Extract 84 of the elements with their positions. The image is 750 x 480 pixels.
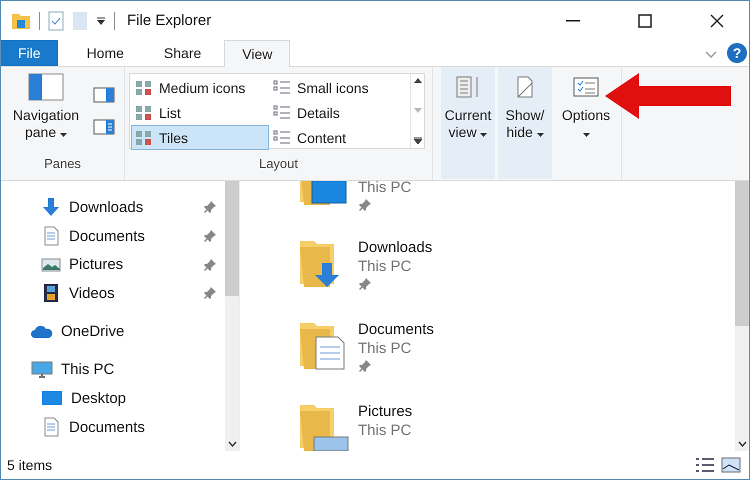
folder-tile[interactable]: Downloads This PC [298,237,735,319]
file-tab[interactable]: File [1,40,58,66]
large-icons-view-icon[interactable] [721,457,741,473]
nav-label: OneDrive [61,323,126,340]
details-pane-icon[interactable] [93,119,115,135]
layout-icon [135,130,153,146]
caret-icon [480,133,488,137]
nav-label: Downloads [69,198,144,216]
folder-icon [11,12,31,30]
nav-item[interactable]: OneDrive [1,317,225,346]
nav-item[interactable]: Downloads [1,193,225,222]
help-icon[interactable]: ? [727,43,747,63]
maximize-icon [638,14,652,28]
navigation-pane-button[interactable]: Navigation pane [5,67,87,156]
pin-icon [358,359,372,373]
caret-icon [60,133,68,137]
navigation-pane-icon [28,73,64,101]
scrollbar-thumb[interactable] [225,181,239,296]
layout-icon [135,80,153,96]
pin-icon [358,277,372,291]
layout-option[interactable]: Medium icons [131,75,269,100]
customize-toolbar-icon[interactable] [96,16,106,26]
nav-label: This PC [61,361,116,378]
tile-name: Documents [358,321,434,338]
pin-icon [203,200,217,214]
nav-item[interactable]: Documents [1,222,225,250]
nav-item[interactable]: Videos [1,279,225,308]
pin-icon [203,258,217,272]
scroll-up-icon[interactable] [414,78,422,83]
nav-label: Desktop [71,390,128,407]
download-arrow-icon [41,197,61,218]
layout-option[interactable]: Tiles [131,125,269,150]
folder-tile[interactable]: Pictures This PC [298,401,735,451]
layout-icon [273,104,291,120]
monitor-icon [31,360,53,380]
more-icon[interactable] [414,137,422,144]
pin-icon [203,286,217,300]
tile-name: Downloads [358,239,432,256]
ribbon-tab[interactable]: Home [70,40,141,66]
preview-pane-icon[interactable] [93,87,115,103]
folder-tile[interactable]: This PC [298,181,735,237]
close-icon [710,14,724,28]
nav-item[interactable]: Desktop [1,384,225,413]
nav-item[interactable]: Documents [1,412,225,442]
item-count: 5 items [7,457,54,473]
nav-label: Pictures [69,256,124,274]
layout-option[interactable]: List [131,100,269,125]
pin-icon [358,198,372,212]
film-icon [41,283,61,304]
window-title: File Explorer [127,12,212,29]
layout-option[interactable]: Content [269,125,409,150]
properties-icon[interactable] [48,10,64,30]
showhide-button[interactable]: Show/ hide [498,67,552,179]
ribbon-tab[interactable]: Share [146,40,218,66]
layout-icon [273,80,291,96]
tile-location: This PC [358,422,412,439]
ribbon-tab[interactable]: View [224,40,290,67]
tile-name: Pictures [358,403,412,420]
layout-option[interactable]: Small icons [269,75,409,100]
caret-icon [582,133,590,137]
nav-label: Videos [69,284,116,302]
pin-icon [203,229,217,243]
options-button[interactable]: Options [555,67,617,179]
group-label: Panes [43,156,82,173]
nav-label: Documents [69,228,146,244]
minimize-icon [566,20,580,22]
caret-icon [536,133,544,137]
scroll-down-icon[interactable] [228,441,236,447]
scrollbar-thumb[interactable] [735,181,749,326]
group-label: Layout [258,156,300,173]
layout-icon [135,104,153,120]
folder-tile[interactable]: Documents This PC [298,319,735,401]
nav-item[interactable]: This PC [1,355,225,384]
nav-item[interactable]: Pictures [1,250,225,280]
tile-location: This PC [358,340,412,357]
expand-ribbon-icon[interactable] [705,51,717,59]
view-button[interactable]: Current view [441,67,495,179]
details-view-icon[interactable] [695,457,715,473]
scroll-down-icon[interactable] [738,441,746,447]
layout-icon [273,130,291,146]
nav-label: Documents [69,418,146,436]
layout-option[interactable]: Details [269,100,409,125]
tile-location: This PC [358,258,412,275]
tile-location: This PC [358,181,412,196]
